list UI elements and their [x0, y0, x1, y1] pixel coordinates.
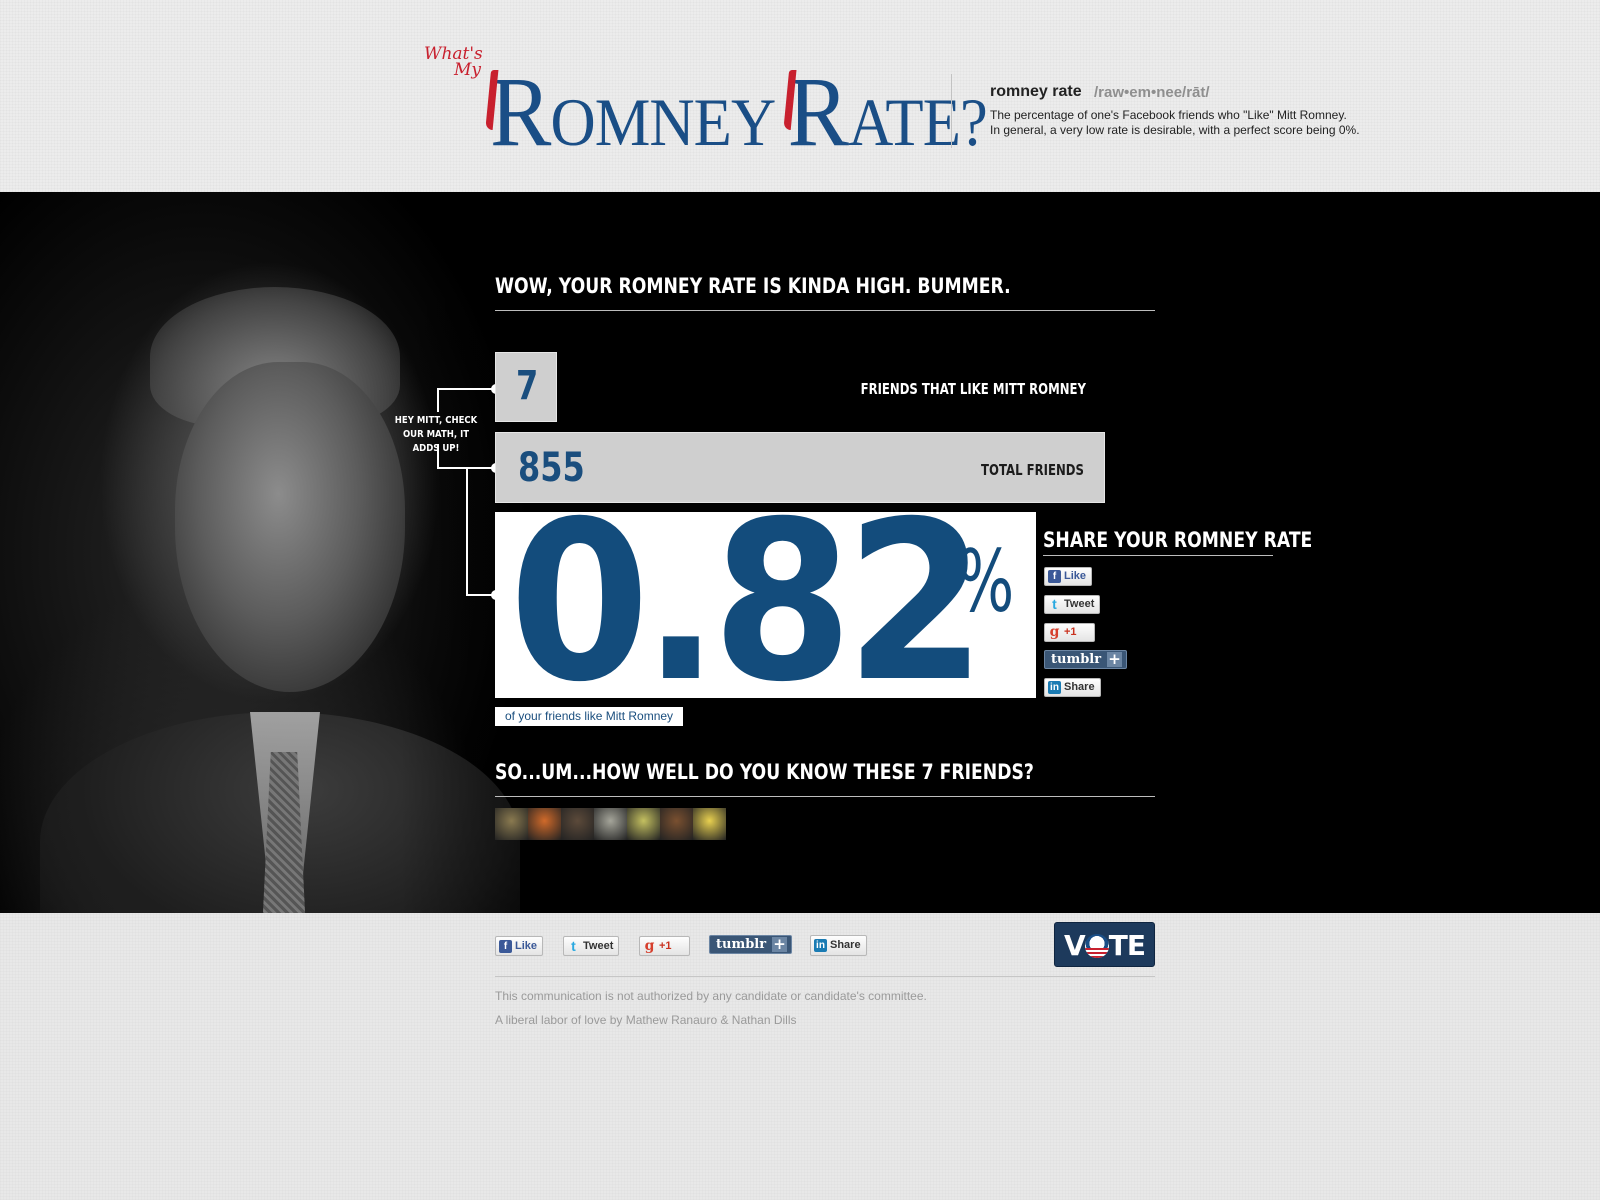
definition-line-2: In general, a very low rate is desirable… [990, 123, 1360, 137]
share-title-rule [1043, 555, 1273, 556]
footer-rule [495, 976, 1155, 977]
facebook-icon: f [1048, 570, 1061, 583]
share-tweet-button[interactable]: t Tweet [1044, 595, 1101, 614]
friend-avatar-2[interactable] [528, 808, 561, 840]
headline-rule [495, 310, 1155, 311]
definition-line-1: The percentage of one's Facebook friends… [990, 108, 1347, 122]
share-plusone-label: +1 [1064, 626, 1077, 638]
liking-friends-count: 7 [516, 363, 539, 409]
google-icon: g [1049, 624, 1060, 640]
linkedin-icon: in [1048, 681, 1061, 694]
google-icon: g [644, 937, 655, 954]
total-friends-label: TOTAL FRIENDS [981, 461, 1084, 479]
share-facebook-like-button[interactable]: f Like [1044, 567, 1093, 586]
obama-logo-icon [1084, 934, 1109, 958]
linkedin-icon: in [814, 939, 827, 952]
footer-google-plusone-button[interactable]: g +1 [639, 936, 690, 956]
logo-my-text: My [454, 60, 482, 80]
romney-rate-value: 0.82 [509, 474, 986, 730]
logo[interactable]: ROMNEY RATE? [490, 62, 988, 162]
logo-r1: R [490, 56, 551, 167]
share-like-label: Like [1064, 570, 1087, 582]
share-tweet-label: Tweet [1064, 598, 1095, 610]
site-footer: f Like t Tweet g +1 tumblr + in Share VT… [0, 913, 1600, 1200]
twitter-bird-icon: t [1052, 596, 1057, 612]
friends-title: SO...UM...HOW WELL DO YOU KNOW THESE 7 F… [495, 760, 1034, 784]
facebook-icon: f [499, 939, 512, 953]
plus-icon: + [772, 935, 788, 953]
bracket-result-stem [466, 467, 468, 595]
logo-word1: OMNEY [550, 84, 773, 160]
friends-title-rule [495, 796, 1155, 797]
logo-word2: ATE? [848, 84, 988, 160]
definition-term: romney rate [990, 83, 1082, 100]
bracket-top-arm [437, 388, 495, 390]
definition-pronunciation: /raw•em•nee/rāt/ [1094, 84, 1210, 101]
romney-rate-percent-sign: % [957, 532, 1015, 632]
footer-disclaimer: This communication is not authorized by … [495, 989, 927, 1003]
bracket-top-stem [437, 388, 439, 412]
footer-tweet-button[interactable]: t Tweet [563, 936, 620, 956]
bracket-note: HEY MITT, CHECK OUR MATH, IT ADDS UP! [394, 415, 478, 454]
friend-avatar-5[interactable] [627, 808, 660, 840]
share-linkedin-label: Share [1064, 681, 1095, 693]
romney-rate-box: 0.82 % [495, 492, 1036, 712]
share-title: SHARE YOUR ROMNEY RATE [1043, 528, 1313, 552]
share-linkedin-button[interactable]: in Share [1044, 678, 1101, 697]
vote-text-te: TE [1108, 929, 1146, 962]
result-section: WOW, YOUR ROMNEY RATE IS KINDA HIGH. BUM… [0, 192, 1600, 913]
liking-friends-label: FRIENDS THAT LIKE MITT ROMNEY [860, 380, 1086, 398]
footer-linkedin-button[interactable]: in Share [810, 935, 867, 956]
header-divider [951, 74, 952, 148]
footer-facebook-like-button[interactable]: f Like [495, 936, 544, 956]
friend-avatar-1[interactable] [495, 808, 528, 840]
portrait-face [175, 362, 405, 692]
footer-plusone-label: +1 [659, 939, 672, 952]
footer-linkedin-label: Share [830, 939, 861, 951]
romney-rate-caption: of your friends like Mitt Romney [495, 707, 684, 726]
share-google-plusone-button[interactable]: g +1 [1044, 623, 1095, 642]
vote-text-v: V [1064, 929, 1086, 962]
share-tumblr-button[interactable]: tumblr + [1044, 650, 1128, 669]
footer-like-label: Like [515, 939, 538, 952]
share-tumblr-label: tumblr [1051, 652, 1102, 667]
site-header: What's My ROMNEY RATE? romney rate /raw•… [0, 0, 1600, 192]
friend-avatar-6[interactable] [660, 808, 693, 840]
footer-credit: A liberal labor of love by Mathew Ranaur… [495, 1013, 797, 1027]
result-headline: WOW, YOUR ROMNEY RATE IS KINDA HIGH. BUM… [495, 274, 1011, 298]
friends-thumbnails [495, 808, 726, 840]
friend-avatar-7[interactable] [693, 808, 726, 840]
liking-friends-box: 7 [495, 352, 557, 422]
logo-tagline: What's My [424, 46, 483, 80]
friend-avatar-3[interactable] [561, 808, 594, 840]
footer-tumblr-button[interactable]: tumblr + [709, 935, 793, 954]
logo-r2: R [787, 56, 849, 167]
plus-icon: + [1107, 650, 1123, 668]
friend-avatar-4[interactable] [594, 808, 627, 840]
twitter-bird-icon: t [571, 937, 576, 954]
footer-tumblr-label: tumblr [716, 937, 767, 952]
footer-tweet-label: Tweet [583, 939, 614, 952]
definition-text: The percentage of one's Facebook friends… [990, 108, 1410, 138]
vote-button[interactable]: V TE [1054, 922, 1155, 967]
